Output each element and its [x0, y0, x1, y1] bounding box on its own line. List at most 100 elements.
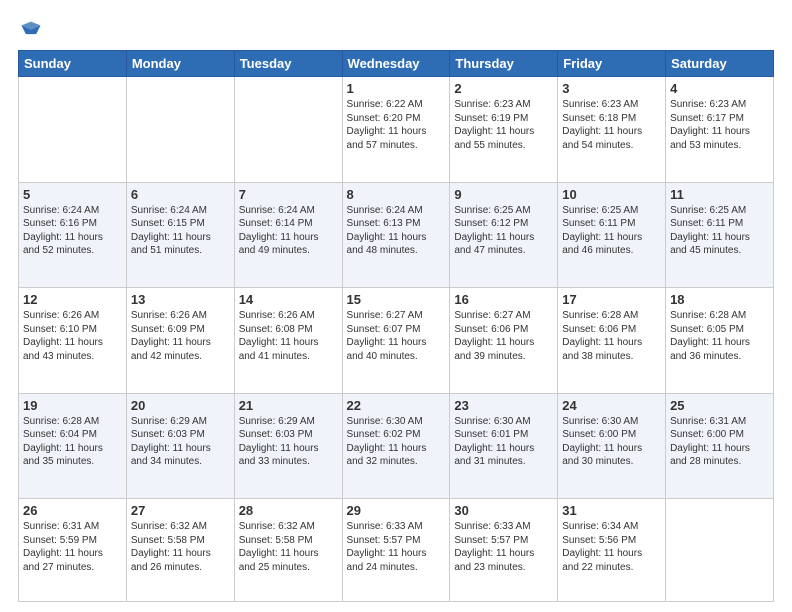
cell-info: Sunrise: 6:30 AM Sunset: 6:02 PM Dayligh… — [347, 415, 446, 469]
weekday-header-monday: Monday — [126, 51, 234, 77]
cell-info: Sunrise: 6:23 AM Sunset: 6:17 PM Dayligh… — [670, 98, 769, 152]
calendar-cell: 10 Sunrise: 6:25 AM Sunset: 6:11 PM Dayli… — [558, 182, 666, 288]
calendar-cell: 9 Sunrise: 6:25 AM Sunset: 6:12 PM Daylig… — [450, 182, 558, 288]
day-number: 7 — [239, 187, 338, 202]
calendar-cell — [666, 499, 774, 602]
cell-info: Sunrise: 6:28 AM Sunset: 6:04 PM Dayligh… — [23, 415, 122, 469]
cell-info: Sunrise: 6:25 AM Sunset: 6:12 PM Dayligh… — [454, 204, 553, 258]
day-number: 10 — [562, 187, 661, 202]
calendar-cell: 15 Sunrise: 6:27 AM Sunset: 6:07 PM Dayli… — [342, 288, 450, 394]
weekday-header-saturday: Saturday — [666, 51, 774, 77]
calendar-week-3: 19 Sunrise: 6:28 AM Sunset: 6:04 PM Dayli… — [19, 393, 774, 499]
calendar-cell: 1Sunrise: 6:22 AM Sunset: 6:20 PM Daylig… — [342, 77, 450, 183]
cell-info: Sunrise: 6:33 AM Sunset: 5:57 PM Dayligh… — [454, 520, 553, 574]
calendar-cell: 14 Sunrise: 6:26 AM Sunset: 6:08 PM Dayli… — [234, 288, 342, 394]
calendar-cell: 18 Sunrise: 6:28 AM Sunset: 6:05 PM Dayli… — [666, 288, 774, 394]
day-number: 22 — [347, 398, 446, 413]
calendar-cell: 5 Sunrise: 6:24 AM Sunset: 6:16 PM Daylig… — [19, 182, 127, 288]
calendar-week-4: 26Sunrise: 6:31 AM Sunset: 5:59 PM Dayli… — [19, 499, 774, 602]
cell-info: Sunrise: 6:29 AM Sunset: 6:03 PM Dayligh… — [239, 415, 338, 469]
cell-info: Sunrise: 6:30 AM Sunset: 6:01 PM Dayligh… — [454, 415, 553, 469]
day-number: 17 — [562, 292, 661, 307]
day-number: 20 — [131, 398, 230, 413]
cell-info: Sunrise: 6:29 AM Sunset: 6:03 PM Dayligh… — [131, 415, 230, 469]
day-number: 27 — [131, 503, 230, 518]
cell-info: Sunrise: 6:26 AM Sunset: 6:10 PM Dayligh… — [23, 309, 122, 363]
logo — [18, 18, 42, 40]
day-number: 5 — [23, 187, 122, 202]
calendar-cell: 13 Sunrise: 6:26 AM Sunset: 6:09 PM Dayli… — [126, 288, 234, 394]
calendar-cell: 31Sunrise: 6:34 AM Sunset: 5:56 PM Dayli… — [558, 499, 666, 602]
cell-info: Sunrise: 6:28 AM Sunset: 6:05 PM Dayligh… — [670, 309, 769, 363]
calendar-cell: 23 Sunrise: 6:30 AM Sunset: 6:01 PM Dayli… — [450, 393, 558, 499]
calendar-cell: 3 Sunrise: 6:23 AM Sunset: 6:18 PM Daylig… — [558, 77, 666, 183]
calendar-cell: 20 Sunrise: 6:29 AM Sunset: 6:03 PM Dayli… — [126, 393, 234, 499]
day-number: 6 — [131, 187, 230, 202]
cell-info: Sunrise: 6:27 AM Sunset: 6:07 PM Dayligh… — [347, 309, 446, 363]
weekday-header-friday: Friday — [558, 51, 666, 77]
calendar-cell: 4 Sunrise: 6:23 AM Sunset: 6:17 PM Daylig… — [666, 77, 774, 183]
calendar-cell: 6 Sunrise: 6:24 AM Sunset: 6:15 PM Daylig… — [126, 182, 234, 288]
cell-info: Sunrise: 6:32 AM Sunset: 5:58 PM Dayligh… — [239, 520, 338, 574]
day-number: 15 — [347, 292, 446, 307]
cell-info: Sunrise: 6:33 AM Sunset: 5:57 PM Dayligh… — [347, 520, 446, 574]
calendar-cell — [234, 77, 342, 183]
day-number: 4 — [670, 81, 769, 96]
cell-info: Sunrise: 6:30 AM Sunset: 6:00 PM Dayligh… — [562, 415, 661, 469]
logo-icon — [20, 18, 42, 40]
weekday-header-thursday: Thursday — [450, 51, 558, 77]
day-number: 11 — [670, 187, 769, 202]
day-number: 19 — [23, 398, 122, 413]
day-number: 13 — [131, 292, 230, 307]
calendar-cell — [19, 77, 127, 183]
cell-info: Sunrise: 6:25 AM Sunset: 6:11 PM Dayligh… — [562, 204, 661, 258]
calendar-week-1: 5 Sunrise: 6:24 AM Sunset: 6:16 PM Daylig… — [19, 182, 774, 288]
day-number: 28 — [239, 503, 338, 518]
cell-info: Sunrise: 6:26 AM Sunset: 6:08 PM Dayligh… — [239, 309, 338, 363]
cell-info: Sunrise: 6:23 AM Sunset: 6:18 PM Dayligh… — [562, 98, 661, 152]
cell-info: Sunrise: 6:26 AM Sunset: 6:09 PM Dayligh… — [131, 309, 230, 363]
cell-info: Sunrise: 6:32 AM Sunset: 5:58 PM Dayligh… — [131, 520, 230, 574]
day-number: 9 — [454, 187, 553, 202]
calendar-cell: 17 Sunrise: 6:28 AM Sunset: 6:06 PM Dayli… — [558, 288, 666, 394]
day-number: 16 — [454, 292, 553, 307]
cell-info: Sunrise: 6:24 AM Sunset: 6:13 PM Dayligh… — [347, 204, 446, 258]
cell-info: Sunrise: 6:24 AM Sunset: 6:14 PM Dayligh… — [239, 204, 338, 258]
calendar-table: SundayMondayTuesdayWednesdayThursdayFrid… — [18, 50, 774, 602]
day-number: 29 — [347, 503, 446, 518]
day-number: 14 — [239, 292, 338, 307]
calendar-cell: 8Sunrise: 6:24 AM Sunset: 6:13 PM Daylig… — [342, 182, 450, 288]
cell-info: Sunrise: 6:24 AM Sunset: 6:16 PM Dayligh… — [23, 204, 122, 258]
day-number: 30 — [454, 503, 553, 518]
weekday-header-tuesday: Tuesday — [234, 51, 342, 77]
calendar-week-0: 1Sunrise: 6:22 AM Sunset: 6:20 PM Daylig… — [19, 77, 774, 183]
day-number: 18 — [670, 292, 769, 307]
day-number: 21 — [239, 398, 338, 413]
page: SundayMondayTuesdayWednesdayThursdayFrid… — [0, 0, 792, 612]
cell-info: Sunrise: 6:25 AM Sunset: 6:11 PM Dayligh… — [670, 204, 769, 258]
calendar-cell: 29 Sunrise: 6:33 AM Sunset: 5:57 PM Dayli… — [342, 499, 450, 602]
day-number: 25 — [670, 398, 769, 413]
cell-info: Sunrise: 6:22 AM Sunset: 6:20 PM Dayligh… — [347, 98, 446, 152]
calendar-week-2: 12Sunrise: 6:26 AM Sunset: 6:10 PM Dayli… — [19, 288, 774, 394]
calendar-cell: 30 Sunrise: 6:33 AM Sunset: 5:57 PM Dayli… — [450, 499, 558, 602]
weekday-header-sunday: Sunday — [19, 51, 127, 77]
cell-info: Sunrise: 6:34 AM Sunset: 5:56 PM Dayligh… — [562, 520, 661, 574]
cell-info: Sunrise: 6:27 AM Sunset: 6:06 PM Dayligh… — [454, 309, 553, 363]
day-number: 3 — [562, 81, 661, 96]
day-number: 2 — [454, 81, 553, 96]
cell-info: Sunrise: 6:31 AM Sunset: 6:00 PM Dayligh… — [670, 415, 769, 469]
weekday-header-row: SundayMondayTuesdayWednesdayThursdayFrid… — [19, 51, 774, 77]
cell-info: Sunrise: 6:23 AM Sunset: 6:19 PM Dayligh… — [454, 98, 553, 152]
calendar-cell: 24 Sunrise: 6:30 AM Sunset: 6:00 PM Dayli… — [558, 393, 666, 499]
day-number: 24 — [562, 398, 661, 413]
day-number: 23 — [454, 398, 553, 413]
day-number: 26 — [23, 503, 122, 518]
calendar-cell: 22 Sunrise: 6:30 AM Sunset: 6:02 PM Dayli… — [342, 393, 450, 499]
calendar-cell: 28 Sunrise: 6:32 AM Sunset: 5:58 PM Dayli… — [234, 499, 342, 602]
header — [18, 18, 774, 40]
calendar-cell: 11 Sunrise: 6:25 AM Sunset: 6:11 PM Dayli… — [666, 182, 774, 288]
weekday-header-wednesday: Wednesday — [342, 51, 450, 77]
cell-info: Sunrise: 6:24 AM Sunset: 6:15 PM Dayligh… — [131, 204, 230, 258]
cell-info: Sunrise: 6:28 AM Sunset: 6:06 PM Dayligh… — [562, 309, 661, 363]
